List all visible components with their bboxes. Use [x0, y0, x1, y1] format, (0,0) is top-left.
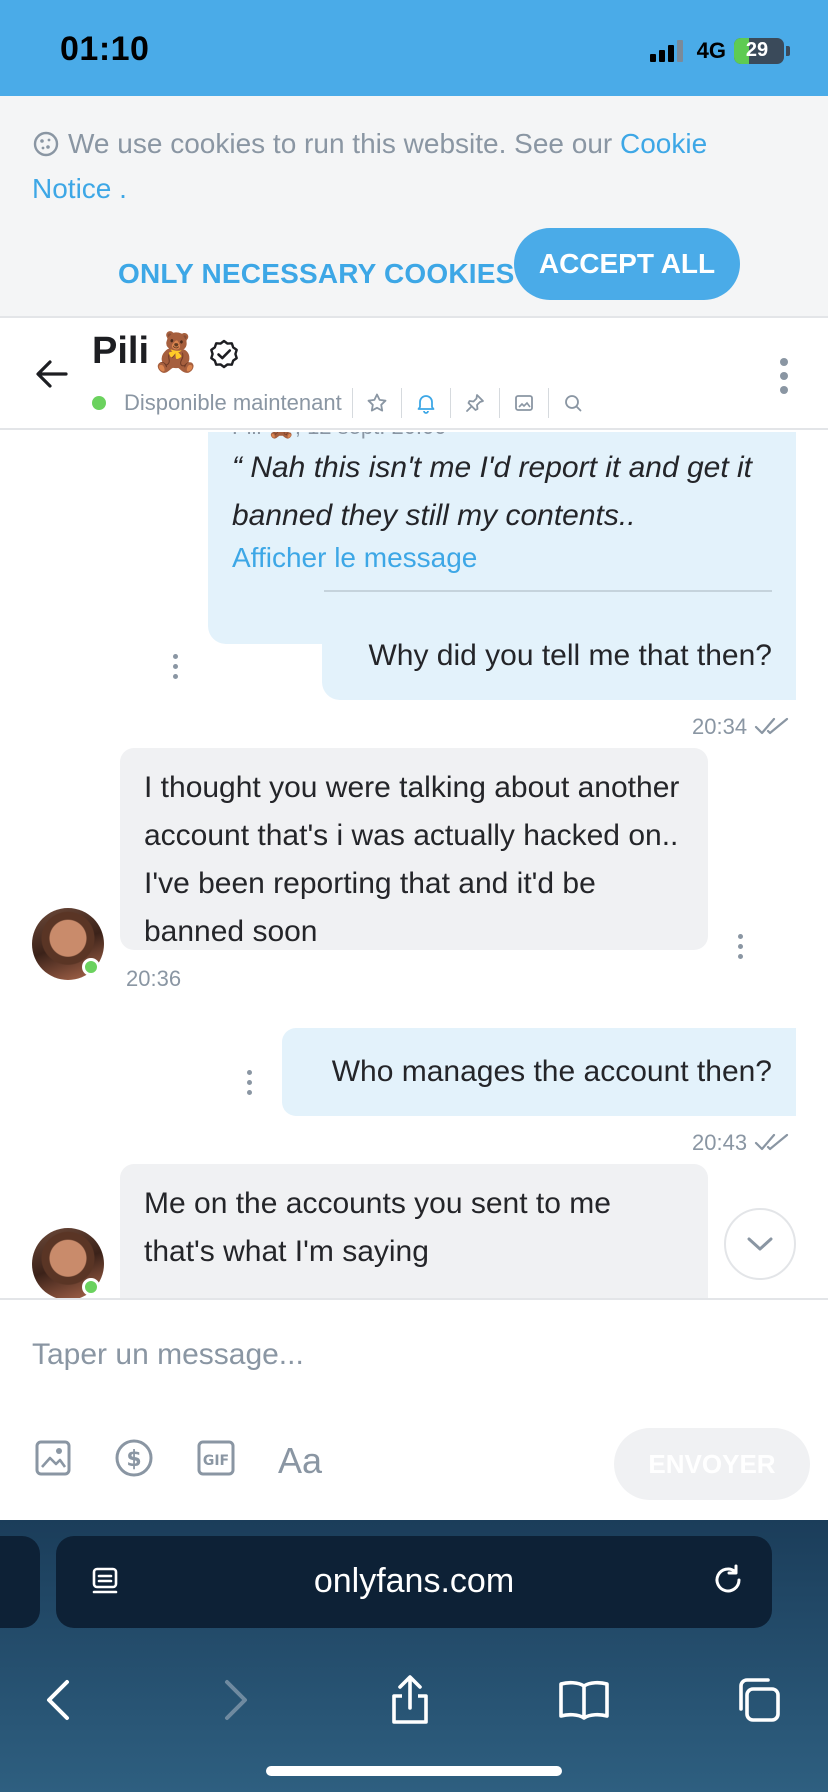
only-necessary-cookies-button[interactable]: ONLY NECESSARY COOKIES: [118, 246, 515, 302]
gif-icon[interactable]: GIF: [196, 1439, 236, 1482]
avatar-online-dot: [82, 958, 100, 976]
bookmarks-icon[interactable]: [554, 1650, 614, 1750]
attach-image-icon[interactable]: [34, 1439, 72, 1482]
svg-text:$: $: [126, 1447, 141, 1472]
show-message-link[interactable]: Afficher le message: [232, 542, 477, 574]
online-status-dot: [92, 396, 106, 410]
image-icon[interactable]: [510, 389, 538, 417]
scroll-to-bottom-button[interactable]: [724, 1208, 796, 1280]
cookie-icon: [32, 129, 60, 169]
search-icon[interactable]: [559, 389, 587, 417]
message-input[interactable]: Taper un message...: [32, 1338, 304, 1372]
svg-text:GIF: GIF: [203, 1453, 229, 1469]
address-bar[interactable]: onlyfans.com: [56, 1536, 772, 1628]
message-bubble-in[interactable]: Me on the accounts you sent to me that's…: [120, 1164, 708, 1298]
status-indicators: 4G 29: [649, 36, 790, 66]
status-time: 01:10: [60, 30, 150, 68]
cookie-banner: We use cookies to run this website. See …: [0, 96, 828, 318]
browser-toolbar: [0, 1650, 828, 1750]
network-type: 4G: [696, 38, 726, 63]
message-list[interactable]: Pili 🧸, 12 sept. 20:00 “ Nah this isn't …: [0, 432, 828, 1298]
quoted-message-meta: Pili 🧸, 12 sept. 20:00: [232, 432, 447, 440]
contact-name[interactable]: Pili: [92, 330, 149, 373]
browser-chrome: onlyfans.com: [0, 1520, 828, 1792]
signal-icon: [649, 40, 683, 62]
divider: [498, 388, 500, 418]
more-options-icon[interactable]: [780, 358, 788, 394]
forward-icon[interactable]: [206, 1650, 266, 1750]
text-format-button[interactable]: Aa: [278, 1440, 322, 1482]
double-check-icon: [754, 1132, 790, 1157]
chat-header: Pili 🧸 Disponible maintenant: [0, 320, 828, 430]
battery-nub: [786, 46, 790, 56]
availability-status: Disponible maintenant: [124, 390, 342, 415]
divider: [400, 388, 402, 418]
cookie-suffix: .: [111, 173, 127, 204]
message-time: 20:43: [692, 1130, 748, 1155]
contact-subrow: Disponible maintenant: [92, 386, 587, 420]
message-composer: Taper un message... $ GIF Aa ENVOYER: [0, 1298, 828, 1520]
reload-icon[interactable]: [710, 1562, 746, 1603]
message-bubble-out[interactable]: Who manages the account then?: [282, 1028, 796, 1116]
tip-dollar-icon[interactable]: $: [114, 1438, 154, 1483]
home-indicator: [266, 1766, 562, 1776]
avatar-online-dot: [82, 1278, 100, 1296]
message-options-icon[interactable]: [173, 654, 178, 679]
accept-all-button[interactable]: ACCEPT ALL: [514, 228, 740, 300]
double-check-icon: [754, 716, 790, 741]
message-options-icon[interactable]: [738, 934, 743, 959]
send-button[interactable]: ENVOYER: [614, 1428, 810, 1500]
pin-icon[interactable]: [461, 389, 489, 417]
tabs-icon[interactable]: [728, 1650, 788, 1750]
composer-tools: $ GIF Aa: [34, 1438, 322, 1483]
quote-divider: [324, 590, 772, 592]
share-icon[interactable]: [380, 1650, 440, 1750]
status-bar: 01:10 4G 29: [0, 0, 828, 96]
contact-emoji: 🧸: [152, 332, 200, 374]
message-bubble-out[interactable]: Why did you tell me that then?: [322, 612, 796, 700]
quoted-message-text: “ Nah this isn't me I'd report it and ge…: [232, 451, 753, 532]
verified-icon: [208, 338, 240, 375]
battery-icon: 29: [734, 38, 784, 64]
message-time: 20:34: [692, 714, 748, 739]
cookie-notice-text: We use cookies to run this website. See …: [32, 124, 772, 209]
divider: [547, 388, 549, 418]
divider: [449, 388, 451, 418]
bell-icon[interactable]: [412, 389, 440, 417]
cookie-text: We use cookies to run this website. See …: [68, 128, 613, 159]
star-icon[interactable]: [363, 389, 391, 417]
back-icon[interactable]: [28, 1650, 88, 1750]
message-bubble-in[interactable]: I thought you were talking about another…: [120, 748, 708, 950]
divider: [351, 388, 353, 418]
battery-percent: 29: [745, 39, 769, 61]
previous-tab[interactable]: [0, 1536, 40, 1628]
url-text[interactable]: onlyfans.com: [56, 1562, 772, 1601]
message-options-icon[interactable]: [247, 1070, 252, 1095]
back-arrow-icon[interactable]: [34, 356, 70, 397]
message-time: 20:36: [126, 966, 182, 991]
